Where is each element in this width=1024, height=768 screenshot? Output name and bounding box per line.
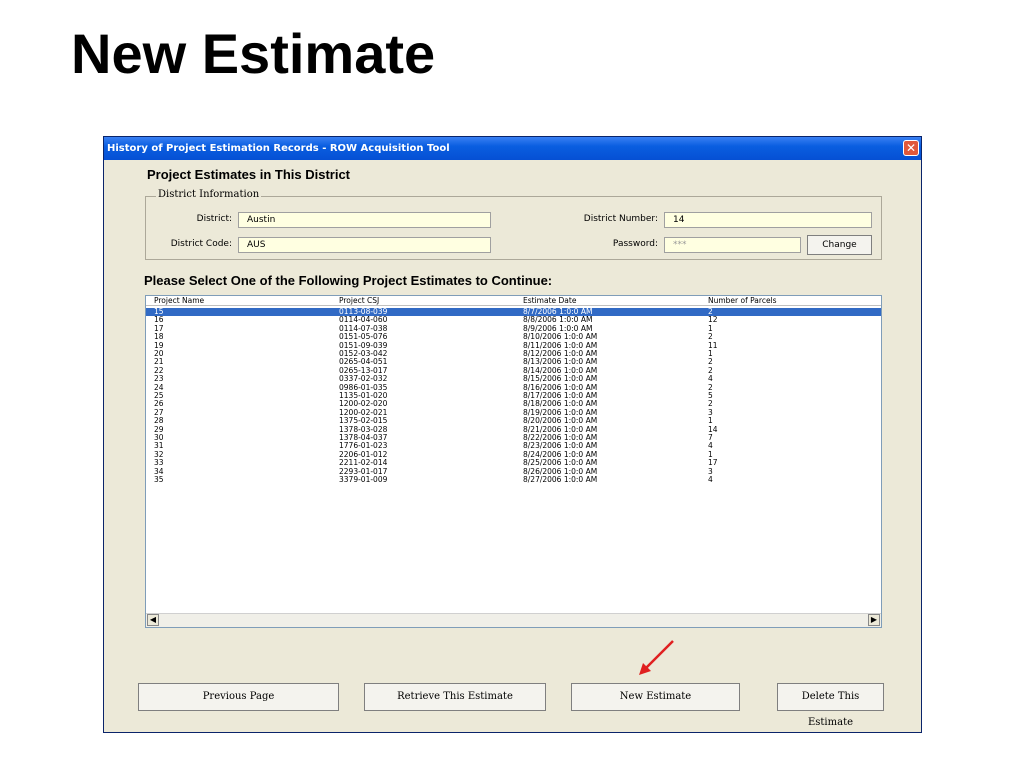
estimates-listbox[interactable]: Project Name Project CSJ Estimate Date N… — [145, 295, 882, 628]
delete-estimate-button[interactable]: Delete This Estimate — [777, 683, 884, 728]
table-cell: 28 — [154, 416, 164, 426]
table-row[interactable]: 30 1378-04-037 8/22/2006 1:0:0 AM 7 — [146, 434, 881, 442]
district-label: District: — [196, 214, 232, 224]
red-arrow-annotation — [639, 640, 674, 675]
table-row[interactable]: 32 2206-01-012 8/24/2006 1:0:0 AM 1 — [146, 450, 881, 459]
table-cell: 1 — [708, 416, 713, 426]
district-number-field[interactable]: 14 — [664, 212, 872, 228]
close-icon[interactable]: ✕ — [903, 140, 919, 156]
table-row[interactable]: 28 1375-02-015 8/20/2006 1:0:0 AM 1 — [146, 417, 881, 425]
table-row[interactable]: 34 2293-01-017 8/26/2006 1:0:0 AM 3 — [146, 467, 881, 476]
window-title: History of Project Estimation Records - … — [107, 143, 450, 154]
table-cell: 0151-05-076 — [339, 332, 388, 342]
district-field[interactable]: Austin — [238, 212, 491, 228]
table-row[interactable]: 23 0337-02-032 8/15/2006 1:0:0 AM 4 — [146, 375, 881, 383]
district-info-legend: District Information — [156, 189, 262, 200]
horizontal-scrollbar[interactable]: ◀ ▶ — [146, 613, 881, 627]
window-titlebar[interactable]: History of Project Estimation Records - … — [104, 137, 921, 160]
arrow-shaft — [644, 640, 674, 670]
table-cell: 0337-02-032 — [339, 374, 388, 384]
scroll-right-icon[interactable]: ▶ — [868, 614, 880, 626]
table-row[interactable]: 21 0265-04-051 8/13/2006 1:0:0 AM 2 — [146, 358, 881, 366]
table-cell: 3379-01-009 — [339, 475, 388, 484]
retrieve-estimate-button[interactable]: Retrieve This Estimate — [364, 683, 546, 711]
column-header[interactable]: Project CSJ — [339, 297, 379, 305]
list-title: Please Select One of the Following Proje… — [144, 273, 553, 288]
table-cell: 8/25/2006 1:0:0 AM — [523, 458, 598, 468]
new-estimate-button[interactable]: New Estimate — [571, 683, 740, 711]
table-row[interactable]: 16 0114-04-060 8/8/2006 1:0:0 AM 12 — [146, 316, 881, 324]
previous-page-button[interactable]: Previous Page — [138, 683, 339, 711]
table-row[interactable]: 33 2211-02-014 8/25/2006 1:0:0 AM 17 — [146, 459, 881, 467]
table-row[interactable]: 26 1200-02-020 8/18/2006 1:0:0 AM 2 — [146, 400, 881, 408]
column-header[interactable]: Estimate Date — [523, 297, 576, 305]
table-header: Project Name Project CSJ Estimate Date N… — [146, 297, 881, 306]
table-cell: 35 — [154, 475, 164, 484]
table-cell: 8/15/2006 1:0:0 AM — [523, 374, 598, 384]
table-cell: 17 — [708, 458, 718, 468]
table-cell: 33 — [154, 458, 164, 468]
table-row[interactable]: 18 0151-05-076 8/10/2006 1:0:0 AM 2 — [146, 333, 881, 341]
table-row[interactable]: 22 0265-13-017 8/14/2006 1:0:0 AM 2 — [146, 366, 881, 375]
table-row[interactable]: 35 3379-01-009 8/27/2006 1:0:0 AM 4 — [146, 476, 881, 484]
table-cell: 1375-02-015 — [339, 416, 388, 426]
slide-title: New Estimate — [71, 22, 436, 85]
table-row[interactable]: 29 1378-03-028 8/21/2006 1:0:0 AM 14 — [146, 425, 881, 434]
password-label: Password: — [612, 239, 658, 249]
table-cell: 23 — [154, 374, 164, 384]
table-cell: 4 — [708, 475, 713, 484]
table-cell: 8/27/2006 1:0:0 AM — [523, 475, 598, 484]
table-row[interactable]: 15 0113-08-039 8/7/2006 1:0:0 AM 2 — [146, 308, 881, 316]
table-row[interactable]: 31 1776-01-023 8/23/2006 1:0:0 AM 4 — [146, 442, 881, 450]
table-row[interactable]: 24 0986-01-035 8/16/2006 1:0:0 AM 2 — [146, 383, 881, 392]
table-cell: 2 — [708, 332, 713, 342]
password-field[interactable]: *** — [664, 237, 801, 253]
table-row[interactable]: 25 1135-01-020 8/17/2006 1:0:0 AM 5 — [146, 392, 881, 400]
change-button[interactable]: Change — [807, 235, 872, 255]
scroll-left-icon[interactable]: ◀ — [147, 614, 159, 626]
column-header[interactable]: Project Name — [154, 297, 204, 305]
table-cell: 18 — [154, 332, 164, 342]
table-row[interactable]: 17 0114-07-038 8/9/2006 1:0:0 AM 1 — [146, 324, 881, 333]
column-header[interactable]: Number of Parcels — [708, 297, 777, 305]
district-info-group: District Information District: Austin Di… — [145, 189, 882, 260]
table-row[interactable]: 19 0151-09-039 8/11/2006 1:0:0 AM 11 — [146, 341, 881, 350]
table-cell: 8/10/2006 1:0:0 AM — [523, 332, 598, 342]
table-cell: 4 — [708, 374, 713, 384]
district-code-label: District Code: — [170, 239, 232, 249]
table-row[interactable]: 20 0152-03-042 8/12/2006 1:0:0 AM 1 — [146, 350, 881, 358]
dialog-window: History of Project Estimation Records - … — [103, 136, 922, 733]
table-cell: 8/20/2006 1:0:0 AM — [523, 416, 598, 426]
district-number-label: District Number: — [583, 214, 658, 224]
district-code-field[interactable]: AUS — [238, 237, 491, 253]
table-cell: 2211-02-014 — [339, 458, 388, 468]
table-row[interactable]: 27 1200-02-021 8/19/2006 1:0:0 AM 3 — [146, 408, 881, 417]
section-title: Project Estimates in This District — [147, 167, 351, 182]
